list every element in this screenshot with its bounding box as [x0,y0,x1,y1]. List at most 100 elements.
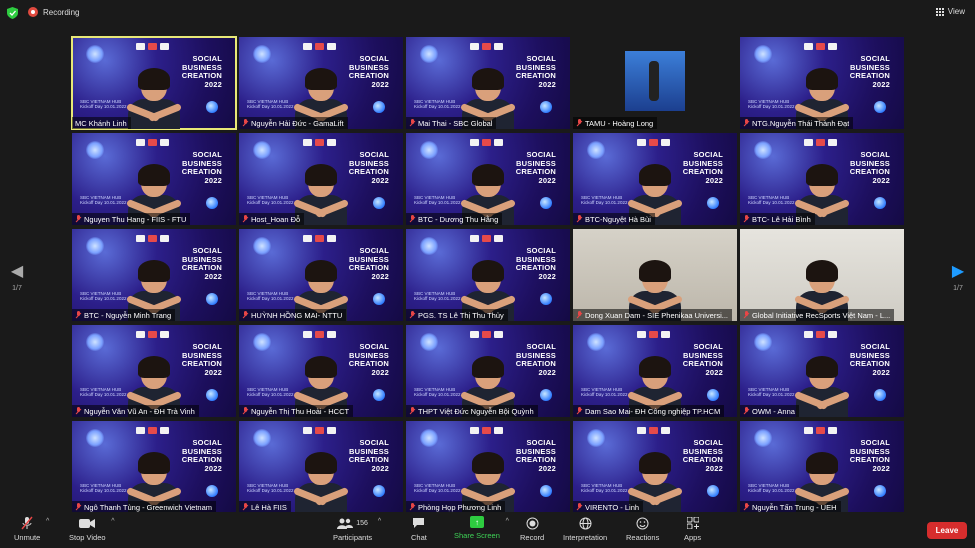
participant-video-tile[interactable]: SOCIALBUSINESSCREATION2022SBC VIETNAM HU… [406,133,570,225]
recording-indicator[interactable]: Recording [28,7,79,17]
participant-video-tile[interactable]: SOCIALBUSINESSCREATION2022SBC VIETNAM HU… [72,421,236,513]
sponsor-logos [470,139,503,146]
participant-name: BTC-Nguyệt Hà Bùi [585,214,651,224]
view-button[interactable]: View [935,7,965,16]
participant-name-label: BTC - Dương Thu Hằng [406,213,503,225]
stage-light-decoration [587,429,605,447]
participant-name-label: BTC-Nguyệt Hà Bùi [573,213,655,225]
event-hub-caption: SBC VIETNAM HUB Kickoff Day 10.01.2022 [247,195,294,205]
participant-video-tile[interactable]: SOCIALBUSINESSCREATION2022SBC VIETNAM HU… [406,229,570,321]
muted-mic-icon [409,503,415,511]
participant-video-tile[interactable]: SOCIALBUSINESSCREATION2022SBC VIETNAM HU… [740,325,904,417]
unmute-button[interactable]: Unmute ^ [14,516,49,542]
sponsor-logos [136,235,169,242]
participant-video-tile[interactable]: SOCIALBUSINESSCREATION2022SBC VIETNAM HU… [239,325,403,417]
leave-button[interactable]: Leave [927,522,967,539]
event-banner: SOCIAL BUSINESS CREATION 2022 [515,342,556,377]
participant-video [291,452,351,513]
participants-count: 156 [356,519,368,527]
shield-icon[interactable] [7,7,18,19]
participants-icon: 156 [337,516,368,530]
globe-icon [579,516,592,530]
share-screen-button[interactable]: ↑ Share Screen ^ [454,516,509,540]
chevron-left-icon: ◀ [10,263,24,280]
globe-decoration [206,485,218,497]
interpretation-button[interactable]: Interpretation [563,516,607,542]
video-options-caret-icon[interactable]: ^ [111,518,114,525]
event-banner: SOCIAL BUSINESS CREATION 2022 [849,342,890,377]
event-hub-caption: SBC VIETNAM HUB Kickoff Day 10.01.2022 [581,483,628,493]
stop-video-button[interactable]: Stop Video ^ [69,516,115,542]
participant-video-tile[interactable]: SOCIALBUSINESSCREATION2022SBC VIETNAM HU… [740,37,904,129]
event-banner: SOCIAL BUSINESS CREATION 2022 [849,150,890,185]
participant-name: Host_Hoan Đỗ [251,214,301,224]
participant-video-tile[interactable]: SOCIALBUSINESSCREATION2022SBC VIETNAM HU… [406,37,570,129]
participants-label: Participants [333,533,373,542]
event-banner: SOCIAL BUSINESS CREATION 2022 [181,342,222,377]
stop-video-label: Stop Video [69,533,106,542]
stage-light-decoration [587,141,605,159]
apps-button[interactable]: Apps [684,516,701,542]
video-gallery: SOCIAL BUSINESS CREATION 2022 SBC VIETNAM HU… [71,36,904,513]
share-screen-label: Share Screen [454,531,500,540]
participant-video-tile[interactable]: SOCIALBUSINESSCREATION2022SBC VIETNAM HU… [740,421,904,513]
record-button[interactable]: Record [520,516,544,542]
participant-name-label: Nguyễn Hải Đức - GamaLift [239,117,348,129]
participant-video-tile[interactable]: SOCIALBUSINESSCREATION2022SBC VIETNAM HU… [72,229,236,321]
participant-name-label: HUỲNH HỒNG MAI- NTTU [239,309,347,321]
participant-name: OWM - Anna [752,406,795,416]
globe-decoration [206,101,218,113]
participant-video-tile[interactable]: SOCIALBUSINESSCREATION2022SBC VIETNAM HU… [72,325,236,417]
stage-light-decoration [253,333,271,351]
participant-video-tile[interactable]: SOCIALBUSINESSCREATION2022SBC VIETNAM HU… [573,325,737,417]
participants-button[interactable]: 156 Participants ^ [333,516,381,542]
participant-video-tile[interactable]: SOCIALBUSINESSCREATION2022SBC VIETNAM HU… [573,421,737,513]
muted-mic-icon [409,119,415,127]
participant-name-label: Nguyen Thu Hang - FIIS - FTU [72,213,191,225]
sponsor-logos [136,43,169,50]
participants-options-caret-icon[interactable]: ^ [378,518,381,525]
globe-decoration [707,389,719,401]
audio-options-caret-icon[interactable]: ^ [46,518,49,525]
event-hub-caption: SBC VIETNAM HUB Kickoff Day 10.01.2022 [247,387,294,397]
muted-mic-icon [75,215,81,223]
globe-decoration [206,293,218,305]
stage-light-decoration [86,141,104,159]
previous-page-button[interactable]: ◀ 1/7 [8,262,26,292]
unmute-label: Unmute [14,533,41,542]
participant-video-tile[interactable]: SOCIALBUSINESSCREATION2022SBC VIETNAM HU… [740,229,904,321]
participant-video-tile[interactable]: SOCIALBUSINESSCREATION2022SBC VIETNAM HU… [573,37,737,129]
sponsor-logos [136,331,169,338]
participant-name: Mai Thai - SBC Global [418,118,493,128]
sponsor-logos [303,139,336,146]
next-page-button[interactable]: ▶ 1/7 [949,262,967,292]
participant-video-tile[interactable]: SOCIALBUSINESSCREATION2022SBC VIETNAM HU… [239,37,403,129]
participant-name: Ngô Thanh Tùng - Greenwich Vietnam [84,502,212,512]
participant-video-tile[interactable]: SOCIALBUSINESSCREATION2022SBC VIETNAM HU… [573,133,737,225]
sponsor-logos [637,139,670,146]
participant-video-tile[interactable]: SOCIALBUSINESSCREATION2022SBC VIETNAM HU… [740,133,904,225]
share-options-caret-icon[interactable]: ^ [506,518,509,525]
participant-video-tile[interactable]: SOCIALBUSINESSCREATION2022SBC VIETNAM HU… [239,133,403,225]
participant-name: VIRENTO - Linh [585,502,640,512]
globe-decoration [707,197,719,209]
reactions-button[interactable]: Reactions [626,516,659,542]
participant-video-tile[interactable]: SOCIALBUSINESSCREATION2022SBC VIETNAM HU… [71,36,237,130]
stage-light-decoration [754,429,772,447]
participant-video-tile[interactable]: SOCIALBUSINESSCREATION2022SBC VIETNAM HU… [72,133,236,225]
participant-video-tile[interactable]: SOCIALBUSINESSCREATION2022SBC VIETNAM HU… [239,229,403,321]
sponsor-logos [804,331,837,338]
stage-light-decoration [253,45,271,63]
chat-button[interactable]: Chat [411,516,427,542]
chat-label: Chat [411,533,427,542]
participant-video-tile[interactable]: SOCIALBUSINESSCREATION2022SBC VIETNAM HU… [239,421,403,513]
sponsor-logos [303,235,336,242]
participant-video-tile[interactable]: SOCIALBUSINESSCREATION2022SBC VIETNAM HU… [406,421,570,513]
participant-name: Nguyễn Văn Vũ An - ĐH Trà Vinh [84,406,195,416]
participant-video-tile[interactable]: SOCIALBUSINESSCREATION2022SBC VIETNAM HU… [573,229,737,321]
recording-label: Recording [43,7,80,17]
sponsor-logos [303,427,336,434]
participant-video-tile[interactable]: SOCIALBUSINESSCREATION2022SBC VIETNAM HU… [406,325,570,417]
event-hub-caption: SBC VIETNAM HUB Kickoff Day 10.01.2022 [247,99,294,109]
muted-mic-icon [743,503,749,511]
